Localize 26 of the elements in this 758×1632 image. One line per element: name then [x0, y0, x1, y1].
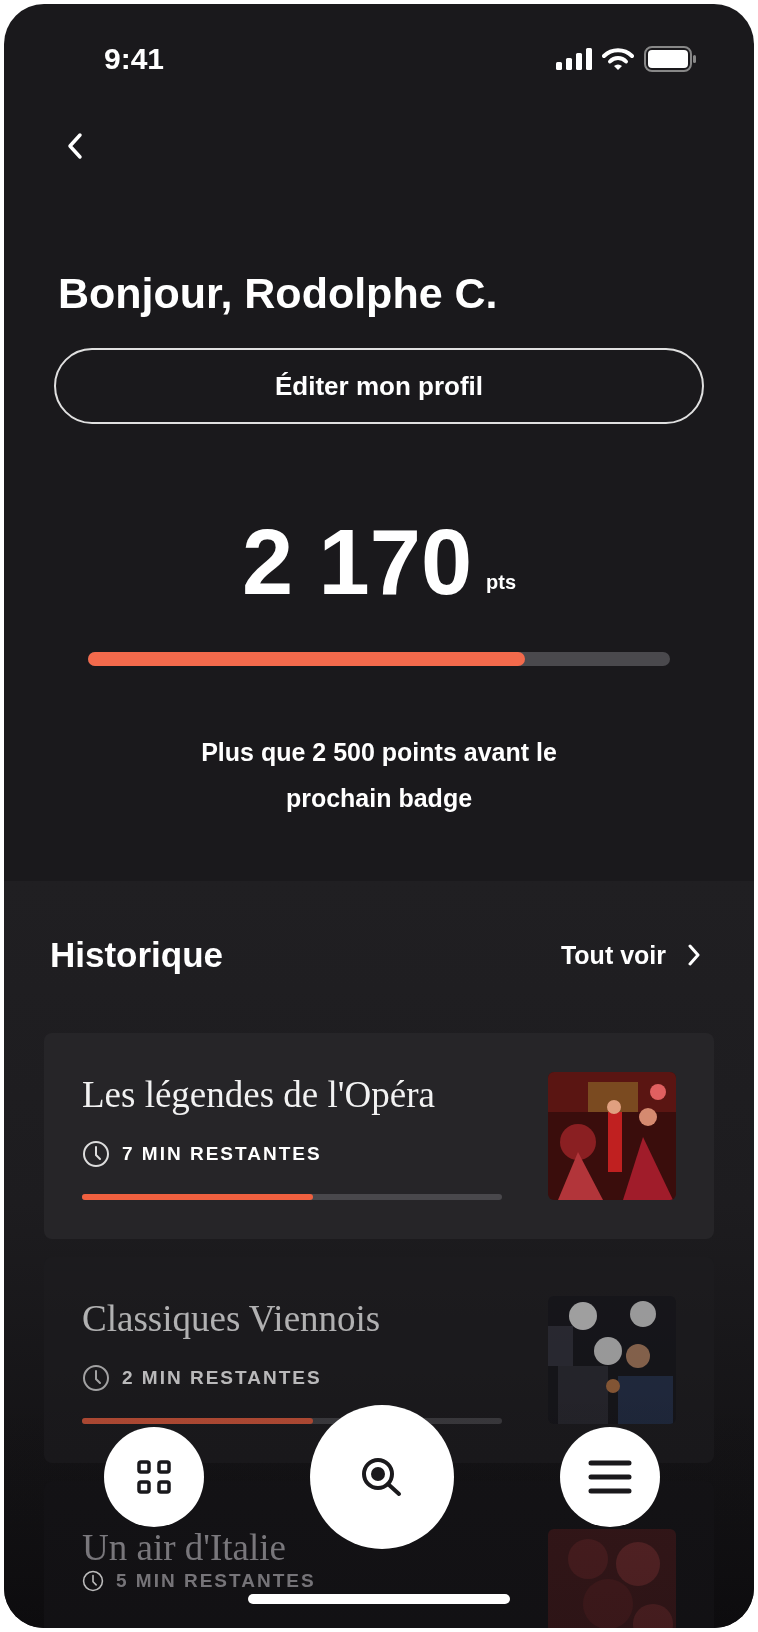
- history-item-title: Les légendes de l'Opéra: [82, 1072, 436, 1116]
- clock-icon: [82, 1570, 104, 1592]
- clock-icon: [82, 1363, 110, 1392]
- remaining-time: 7 MIN RESTANTES: [122, 1142, 322, 1165]
- search-icon: [361, 1457, 403, 1497]
- history-card[interactable]: Les légendes de l'Opéra 7 MIN RESTANTES: [44, 1033, 714, 1239]
- wifi-icon: [602, 47, 634, 71]
- signal-icon: [556, 48, 592, 70]
- menu-icon: [588, 1459, 632, 1495]
- grid-icon: [136, 1459, 172, 1495]
- status-time: 9:41: [104, 42, 165, 76]
- see-all-link[interactable]: Tout voir: [560, 940, 714, 970]
- points-unit: pts: [486, 571, 517, 594]
- history-item-title: Un air d'Italie: [82, 1529, 287, 1566]
- clock-icon: [82, 1139, 110, 1168]
- history-item-title: Classiques Viennois: [82, 1296, 382, 1340]
- edit-profile-button[interactable]: Éditer mon profil: [54, 348, 704, 424]
- back-icon: [67, 132, 83, 160]
- badge-progress-caption: Plus que 2 500 points avant le prochain badge: [200, 737, 558, 814]
- history-heading: Historique: [50, 935, 224, 975]
- battery-icon: [644, 46, 696, 72]
- chevron-icon: [688, 944, 700, 966]
- remaining-time: 2 MIN RESTANTES: [122, 1366, 322, 1389]
- points-value: 2 170: [241, 516, 473, 608]
- remaining-time: 5 MIN RESTANTES: [116, 1570, 316, 1592]
- greeting-heading: Bonjour, Rodolphe C.: [58, 269, 499, 318]
